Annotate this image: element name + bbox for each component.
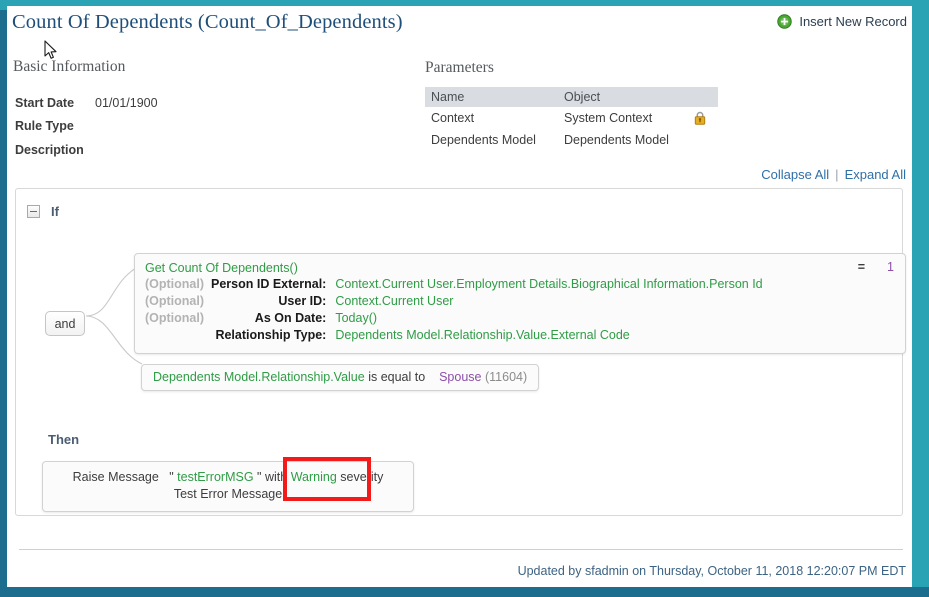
- arg-optional-flag: [145, 327, 211, 344]
- field-label-description: Description: [15, 143, 84, 157]
- and-operator-pill[interactable]: and: [45, 311, 85, 336]
- window-frame-left: [0, 0, 7, 597]
- quote-close: ": [257, 470, 262, 484]
- field-description: Description: [15, 143, 84, 157]
- condition-value: Spouse: [439, 370, 482, 384]
- arg-label-as-on-date: As On Date:: [254, 311, 327, 325]
- action-with-word: with: [264, 470, 288, 484]
- param-object-context: System Context: [564, 111, 653, 125]
- padlock-icon: [688, 107, 718, 129]
- rule-panel: If and Get Count Of Dependents() (Option…: [15, 188, 906, 516]
- then-label: Then: [48, 432, 80, 447]
- function-arg-row: (Optional) User ID: Context.Current User: [145, 293, 763, 310]
- action-expression: Raise Message " testErrorMSG " with Warn…: [53, 469, 403, 486]
- basic-information-heading: Basic Information: [13, 58, 126, 75]
- action-severity-word: severity: [340, 470, 384, 484]
- rule-editor-window: Count Of Dependents (Count_Of_Dependents…: [0, 0, 929, 597]
- field-rule-type: Rule Type: [15, 119, 74, 133]
- condition-card-function[interactable]: Get Count Of Dependents() (Optional) Per…: [134, 253, 906, 354]
- table-row[interactable]: Dependents Model Dependents Model: [425, 129, 718, 151]
- function-arg-row: (Optional) Person ID External: Context.C…: [145, 276, 763, 293]
- function-arg-row: (Optional) As On Date: Today(): [145, 310, 763, 327]
- function-name: Get Count Of Dependents(): [145, 261, 298, 275]
- parameters-heading: Parameters: [425, 59, 494, 76]
- column-header-object: Object: [558, 87, 718, 107]
- param-name-context: Context: [431, 111, 475, 125]
- condition-field: Dependents Model.Relationship.Value: [153, 370, 365, 384]
- condition-operator: =: [857, 260, 866, 274]
- condition-value-code: (11604): [484, 370, 528, 384]
- action-message-text: Test Error Message: [173, 487, 283, 501]
- arg-optional-flag: (Optional): [145, 294, 205, 308]
- parameters-table: Name Object Context System Context Depen…: [425, 87, 718, 151]
- expand-all-link[interactable]: Expand All: [845, 167, 906, 182]
- action-verb: Raise Message: [72, 470, 159, 484]
- action-card-raise-message[interactable]: Raise Message " testErrorMSG " with Warn…: [42, 461, 414, 512]
- arg-optional-flag: (Optional): [145, 277, 205, 291]
- arg-value-person-id-external: Context.Current User.Employment Details.…: [335, 277, 763, 291]
- footer-divider: [19, 549, 903, 550]
- condition-card-comparison[interactable]: Dependents Model.Relationship.Value is e…: [141, 364, 540, 391]
- insert-new-record-label: Insert New Record: [799, 14, 907, 29]
- action-message-key: testErrorMSG: [177, 470, 254, 484]
- arg-label-relationship-type: Relationship Type:: [215, 328, 327, 342]
- window-frame-left-top: [0, 0, 7, 10]
- insert-new-record-button[interactable]: Insert New Record: [777, 14, 907, 29]
- field-value-start-date: 01/01/1900: [95, 96, 158, 110]
- window-frame-bottom: [0, 587, 929, 597]
- arg-value-as-on-date: Today(): [335, 311, 378, 325]
- arg-optional-flag: (Optional): [145, 311, 205, 325]
- table-header-row: Name Object: [425, 87, 718, 107]
- function-arguments-table: (Optional) Person ID External: Context.C…: [145, 276, 763, 344]
- condition-operator-label: is equal to: [368, 370, 426, 384]
- page-title: Count Of Dependents (Count_Of_Dependents…: [12, 11, 403, 33]
- field-label-rule-type: Rule Type: [15, 119, 74, 133]
- if-section-header: If: [27, 204, 59, 219]
- table-row[interactable]: Context System Context: [425, 107, 718, 129]
- param-name-dependents-model: Dependents Model: [431, 133, 536, 147]
- collapse-minus-icon[interactable]: [27, 205, 40, 218]
- if-label: If: [51, 204, 59, 219]
- condition-result-value: 1: [887, 260, 894, 274]
- quote-open: ": [169, 470, 174, 484]
- param-lock-empty: [688, 129, 718, 151]
- circle-plus-icon: [777, 14, 793, 29]
- toolbar-separator: |: [835, 167, 839, 182]
- footer-updated-text: Updated by sfadmin on Thursday, October …: [517, 564, 906, 578]
- function-arg-row: Relationship Type: Dependents Model.Rela…: [145, 327, 763, 344]
- collapse-all-link[interactable]: Collapse All: [761, 167, 829, 182]
- action-severity: Warning: [290, 470, 337, 484]
- collapse-expand-toolbar: Collapse All | Expand All: [761, 167, 906, 182]
- arg-label-user-id: User ID:: [278, 294, 327, 308]
- field-start-date: Start Date 01/01/1900: [15, 96, 158, 110]
- arg-value-relationship-type: Dependents Model.Relationship.Value.Exte…: [335, 328, 630, 342]
- field-label-start-date: Start Date: [15, 96, 75, 110]
- arg-value-user-id: Context.Current User: [335, 294, 454, 308]
- condition-result: = 1: [858, 260, 894, 274]
- window-frame-right: [912, 0, 929, 597]
- arg-label-person-id-external: Person ID External:: [211, 277, 327, 291]
- param-object-dependents-model: Dependents Model: [564, 133, 669, 147]
- column-header-name: Name: [425, 87, 558, 107]
- page-content: Count Of Dependents (Count_Of_Dependents…: [7, 6, 912, 587]
